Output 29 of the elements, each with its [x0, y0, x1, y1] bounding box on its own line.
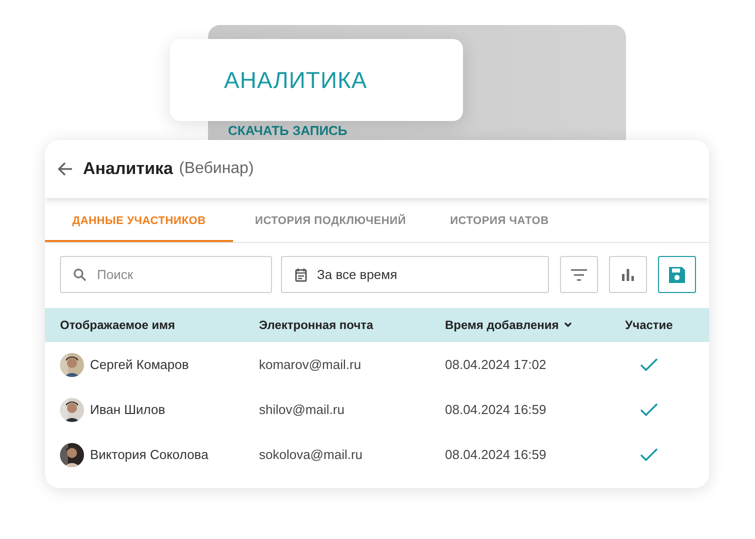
- tab[interactable]: ИСТОРИЯ ЧАТОВ: [428, 201, 571, 242]
- date-range-dropdown[interactable]: За все время: [281, 256, 550, 293]
- date-cell-text: 08.04.2024 17:02: [445, 357, 548, 372]
- search-icon: [73, 268, 87, 282]
- column-header[interactable]: Отображаемое имя: [60, 318, 175, 332]
- filter-button[interactable]: [560, 256, 598, 293]
- calendar-icon: [295, 268, 307, 282]
- filter-icon: [571, 268, 588, 280]
- save-button[interactable]: [658, 256, 696, 293]
- back-arrow-icon: [57, 161, 73, 177]
- column-header[interactable]: Участие: [625, 318, 673, 332]
- email-cell-text: sokolova@mail.ru: [259, 447, 364, 462]
- tab[interactable]: ИСТОРИЯ ПОДКЛЮЧЕНИЙ: [233, 201, 428, 242]
- participant-name: Сергей Комаров: [90, 357, 189, 372]
- column-header[interactable]: Время добавления: [445, 318, 572, 332]
- bar-chart-icon: [622, 268, 634, 280]
- email-cell-text: shilov@mail.ru: [259, 402, 346, 417]
- column-header[interactable]: Электронная почта: [259, 318, 374, 332]
- search-field[interactable]: Поиск: [60, 256, 272, 293]
- date-cell-text: 08.04.2024 16:59: [445, 402, 548, 417]
- participant-name: Иван Шилов: [90, 402, 166, 417]
- date-cell-text: 08.04.2024 16:59: [445, 447, 548, 462]
- email-cell-text: komarov@mail.ru: [259, 357, 362, 372]
- caret-icon: [564, 322, 572, 328]
- page-subtitle: (Вебинар): [179, 160, 254, 178]
- card-title: АНАЛИТИКА: [224, 67, 368, 93]
- page-title: Аналитика: [83, 159, 173, 179]
- chart-button[interactable]: [609, 256, 648, 293]
- participant-name: Виктория Соколова: [90, 447, 208, 462]
